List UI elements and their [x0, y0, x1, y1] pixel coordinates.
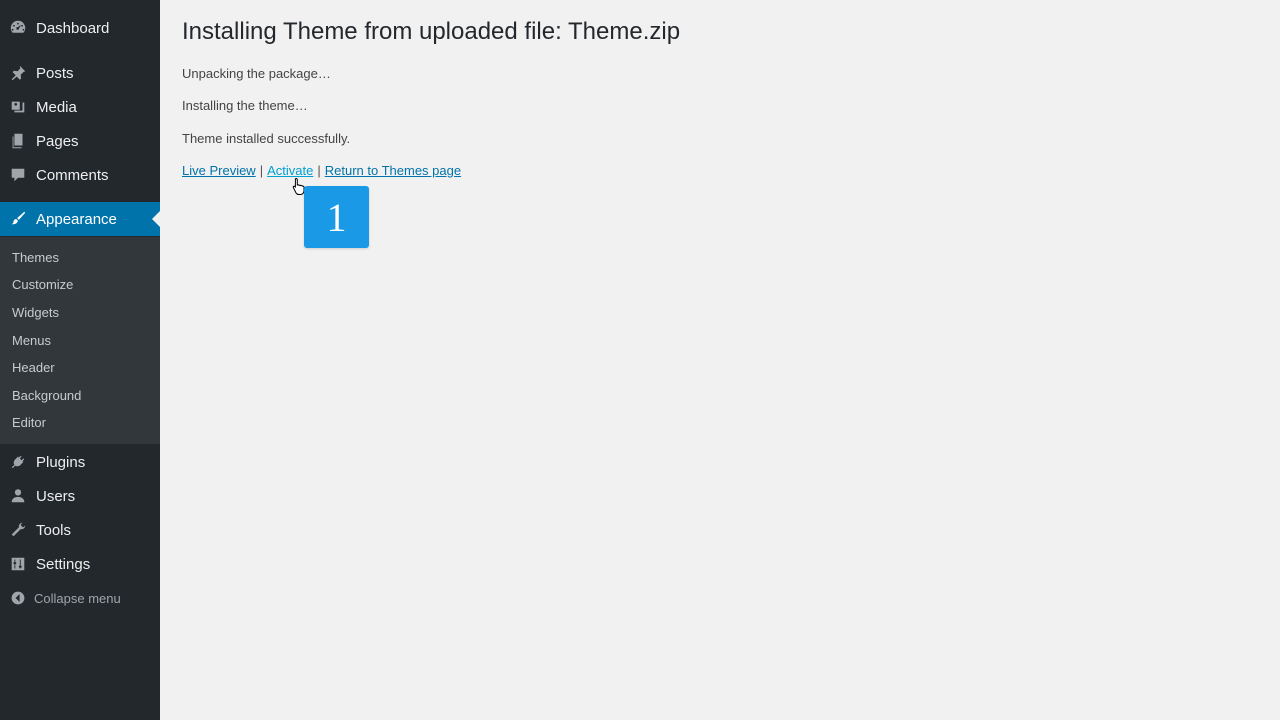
sidebar-item-posts[interactable]: Posts [0, 56, 160, 90]
brush-icon [9, 210, 27, 228]
admin-sidebar: Dashboard Posts Media Pages Comments App… [0, 0, 160, 720]
submenu-item-widgets[interactable]: Widgets [12, 305, 59, 320]
sidebar-item-tools[interactable]: Tools [0, 513, 160, 547]
sidebar-item-comments[interactable]: Comments [0, 158, 160, 192]
sidebar-item-label: Tools [36, 521, 72, 539]
sidebar-item-appearance[interactable]: Appearance [0, 202, 160, 236]
user-icon [9, 487, 27, 505]
activate-link[interactable]: Activate [267, 163, 313, 178]
live-preview-link[interactable]: Live Preview [182, 163, 256, 178]
sidebar-item-label: Users [36, 487, 76, 505]
separator: | [317, 163, 321, 178]
submenu-item-editor[interactable]: Editor [12, 415, 46, 430]
sidebar-item-label: Appearance [36, 210, 117, 228]
sidebar-item-plugins[interactable]: Plugins [0, 445, 160, 479]
theme-actions: Live Preview | Activate | Return to Themes p… [182, 163, 461, 178]
step-number-badge: 1 [304, 186, 369, 248]
return-to-themes-link[interactable]: Return to Themes page [325, 163, 461, 178]
sidebar-item-label: Media [36, 98, 77, 116]
page-title: Installing Theme from uploaded file: The… [182, 18, 681, 45]
sidebar-item-pages[interactable]: Pages [0, 124, 160, 158]
submenu-item-themes[interactable]: Themes [12, 250, 59, 265]
collapse-menu-label: Collapse menu [34, 590, 121, 606]
collapse-arrow-icon [10, 590, 26, 606]
submenu-item-customize[interactable]: Customize [12, 277, 73, 292]
sidebar-item-label: Plugins [36, 453, 86, 471]
comment-icon [9, 166, 27, 184]
pages-icon [9, 132, 27, 150]
sidebar-item-settings[interactable]: Settings [0, 547, 160, 581]
active-indicator-arrow [152, 211, 160, 227]
sidebar-item-label: Pages [36, 132, 79, 150]
status-message-unpacking: Unpacking the package… [182, 66, 331, 81]
dashboard-icon [9, 19, 27, 37]
sidebar-item-label: Comments [36, 166, 109, 184]
status-message-success: Theme installed successfully. [182, 131, 351, 146]
pin-icon [9, 64, 27, 82]
wrench-icon [9, 521, 27, 539]
submenu-item-background[interactable]: Background [12, 388, 81, 403]
appearance-submenu: Themes Customize Widgets Menus Header Ba… [0, 237, 160, 444]
plug-icon [9, 453, 27, 471]
collapse-menu-button[interactable]: Collapse menu [0, 586, 160, 610]
submenu-item-menus[interactable]: Menus [12, 333, 51, 348]
separator: | [259, 163, 264, 178]
sidebar-item-media[interactable]: Media [0, 90, 160, 124]
submenu-item-header[interactable]: Header [12, 360, 55, 375]
sidebar-item-users[interactable]: Users [0, 479, 160, 513]
status-message-installing: Installing the theme… [182, 98, 308, 113]
sidebar-item-label: Settings [36, 555, 91, 573]
sliders-icon [9, 555, 27, 573]
sidebar-item-label: Posts [36, 64, 74, 82]
media-icon [9, 98, 27, 116]
sidebar-item-dashboard[interactable]: Dashboard [0, 11, 160, 45]
sidebar-item-label: Dashboard [36, 19, 110, 37]
